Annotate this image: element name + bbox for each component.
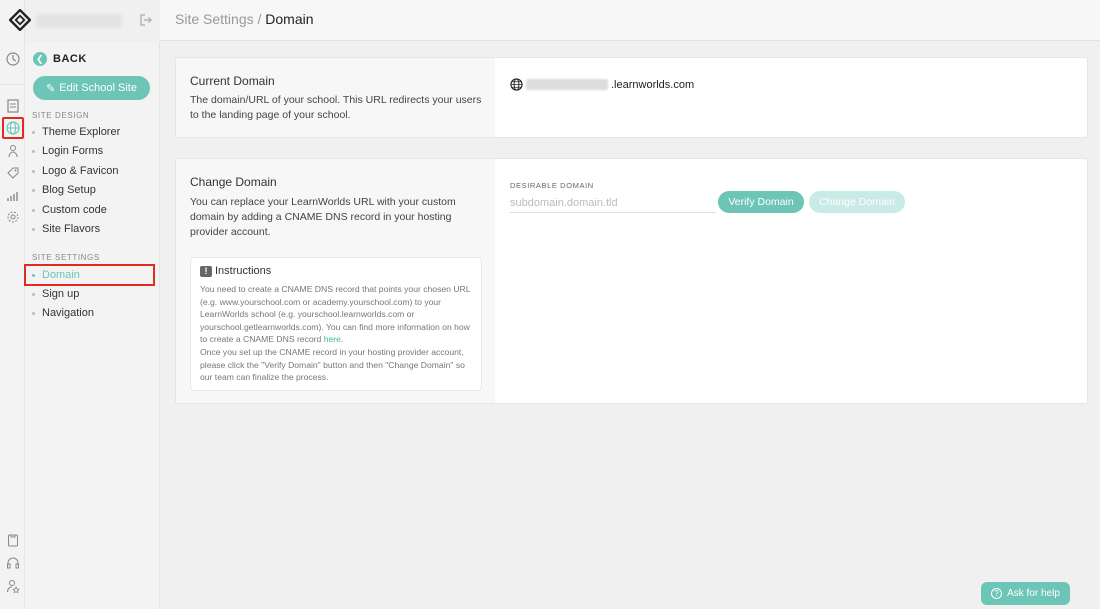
back-button[interactable]: ❮ BACK [33,52,87,66]
dashboard-icon[interactable] [5,51,21,67]
logout-icon[interactable] [139,13,153,27]
exclamation-icon: ! [200,265,212,277]
change-domain-card: Change Domain You can replace your Learn… [175,158,1088,404]
instructions-title: Instructions [215,265,272,277]
globe-icon[interactable] [2,117,24,139]
nav-item-custom-code[interactable]: Custom code [32,201,154,219]
breadcrumb-parent[interactable]: Site Settings [175,11,254,27]
chevron-left-icon: ❮ [33,52,47,66]
domain-suffix: .learnworlds.com [611,78,695,91]
school-subdomain [526,79,608,90]
desirable-domain-input[interactable] [510,193,716,213]
globe-icon [510,78,523,91]
edit-school-site-button[interactable]: ✎ Edit School Site [33,76,150,100]
nav-item-theme-explorer[interactable]: Theme Explorer [32,123,154,141]
tag-icon[interactable] [5,165,21,181]
learnworlds-logo[interactable] [9,9,31,31]
current-domain-description: The domain/URL of your school. This URL … [190,94,482,121]
highlight-box [24,264,155,286]
back-label: BACK [53,53,87,65]
nav-item-login-forms[interactable]: Login Forms [32,142,154,160]
current-domain-value: .learnworlds.com [510,78,694,91]
nav-item-navigation[interactable]: Navigation [32,304,154,322]
user-star-icon[interactable] [5,578,21,594]
page-title: Domain [265,11,314,27]
analytics-icon[interactable] [5,188,21,204]
settings-icon[interactable] [5,209,21,225]
page-header: Site Settings / Domain [160,0,1100,41]
nav-item-sign-up[interactable]: Sign up [32,285,154,303]
site-settings-section-label: SITE SETTINGS [32,253,100,262]
nav-item-blog-setup[interactable]: Blog Setup [32,181,154,199]
school-name [36,14,122,28]
ask-for-help-button[interactable]: ? Ask for help [981,582,1070,605]
breadcrumb: Site Settings / Domain [175,11,314,27]
question-icon: ? [991,588,1003,599]
users-icon[interactable] [5,143,21,159]
pages-icon[interactable] [5,98,21,114]
nav-item-logo-favicon[interactable]: Logo & Favicon [32,162,154,180]
instructions-text: You need to create a CNAME DNS record th… [200,284,471,383]
site-design-section-label: SITE DESIGN [32,111,90,120]
icon-rail [0,0,25,609]
current-domain-card: Current Domain The domain/URL of your sc… [175,57,1088,138]
verify-domain-button[interactable]: Verify Domain [718,191,804,213]
current-domain-title: Current Domain [190,74,275,88]
instructions-box: ! Instructions You need to create a CNAM… [190,257,482,391]
change-domain-title: Change Domain [190,175,277,189]
clipboard-icon[interactable] [5,532,21,548]
change-domain-button[interactable]: Change Domain [809,191,905,213]
headset-icon[interactable] [5,555,21,571]
settings-nav-panel: ❮ BACK ✎ Edit School Site SITE DESIGN Th… [24,42,160,609]
instructions-link[interactable]: here [324,334,341,344]
change-domain-description: You can replace your LearnWorlds URL wit… [190,196,456,238]
pencil-icon: ✎ [46,82,56,95]
desirable-domain-label: DESIRABLE DOMAIN [510,181,594,190]
nav-item-site-flavors[interactable]: Site Flavors [32,220,154,238]
